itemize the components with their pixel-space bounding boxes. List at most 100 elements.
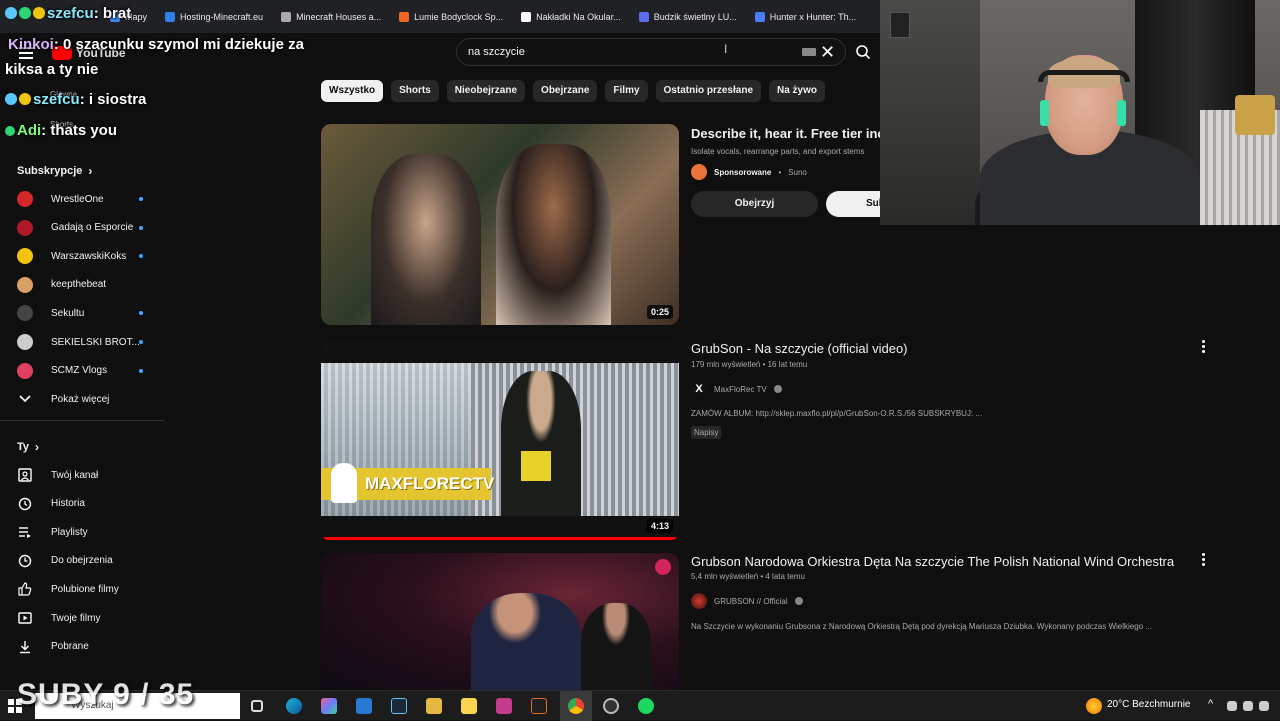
chip-6[interactable]: Na żywo (769, 80, 826, 102)
bookmark-favicon-icon (754, 11, 765, 22)
channel-avatar (17, 248, 33, 265)
weather-icon[interactable] (1086, 698, 1102, 714)
subscriptions-header[interactable]: Subskrypcje › (17, 164, 92, 178)
you-header[interactable]: Ty › (17, 440, 39, 454)
advertiser-name: Suno (788, 167, 807, 177)
video-title[interactable]: Grubson Narodowa Orkiestra Dęta Na szczy… (691, 554, 1174, 569)
chip-3[interactable]: Obejrzane (533, 80, 598, 102)
you-item[interactable]: Playlisty (17, 522, 147, 542)
you-item-label: Playlisty (51, 526, 88, 538)
thumb-up-icon (17, 581, 33, 597)
chip-2[interactable]: Nieobejrzane (446, 80, 526, 102)
you-item[interactable]: Historia (17, 494, 147, 514)
ad-thumbnail[interactable]: 0:25 (321, 124, 679, 325)
task-view-icon[interactable] (251, 700, 263, 712)
ad-subscribe-button[interactable]: Sub (826, 191, 880, 217)
spotify-icon[interactable] (638, 698, 654, 714)
chip-5[interactable]: Ostatnio przesłane (655, 80, 761, 102)
chat-message: Kinkoi: 0 szacunku szymol mi dziekuje za (8, 36, 304, 53)
video-thumbnail[interactable] (321, 553, 679, 690)
subscription-item[interactable]: Gadają o Esporcie (17, 218, 147, 238)
ad-person-left (371, 154, 481, 325)
file-explorer-icon[interactable] (426, 698, 442, 714)
you-item[interactable]: Do obejrzenia (17, 551, 147, 571)
watch-progress-bar (321, 537, 679, 540)
bookmark-item[interactable]: Hunter x Hunter: Th... (754, 11, 856, 22)
clock-icon (17, 553, 33, 569)
bookmark-favicon-icon (399, 11, 410, 22)
chat-badge-icon (5, 126, 15, 136)
steam-icon[interactable] (391, 698, 407, 714)
video-thumbnail[interactable]: MAXFLORECTV 4:13 (321, 341, 679, 541)
new-content-dot (139, 197, 143, 201)
subscriber-goal-overlay: SUBY 9 / 35 (17, 678, 195, 711)
webcam-headset-light (1040, 100, 1049, 126)
show-more-button[interactable]: Pokaż więcej (17, 389, 147, 409)
tray-icon[interactable] (1227, 701, 1237, 711)
obs-icon[interactable] (603, 698, 619, 714)
search-button[interactable] (848, 38, 878, 66)
channel-avatar (17, 219, 33, 236)
chip-0[interactable]: Wszystko (321, 80, 384, 102)
video-channel[interactable]: GRUBSON // Official (691, 593, 803, 609)
chat-message: Adi: thats you (5, 122, 117, 139)
bookmark-item[interactable]: Lumie Bodyclock Sp... (399, 11, 503, 22)
webcam-picture-frame (890, 12, 910, 38)
ad-watch-button[interactable]: Obejrzyj (691, 191, 818, 217)
channel-avatar (17, 276, 33, 293)
bookmark-item[interactable]: Hosting-Minecraft.eu (165, 11, 263, 22)
notes-icon[interactable] (461, 698, 477, 714)
bookmark-favicon-icon (165, 11, 176, 22)
store-icon[interactable] (496, 698, 512, 714)
edge-icon[interactable] (286, 698, 302, 714)
video-channel[interactable]: X MaxFloRec TV (691, 381, 782, 397)
subscription-item[interactable]: SCMZ Vlogs (17, 361, 147, 381)
verified-icon (773, 385, 782, 393)
chat-badge-icon (19, 7, 31, 19)
subscription-item[interactable]: SEKIELSKI BROT... (17, 332, 147, 352)
keyboard-icon[interactable] (802, 48, 816, 56)
chrome-icon[interactable] (568, 698, 584, 714)
you-label: Ty (17, 441, 30, 453)
webcam-headset (1038, 70, 1130, 82)
show-more-label: Pokaż więcej (51, 393, 110, 405)
video-description: ZAMÓW ALBUM: http://sklep.maxflo.pl/pl/p… (691, 409, 983, 418)
you-item[interactable]: Twoje filmy (17, 608, 147, 628)
mail-icon[interactable] (356, 698, 372, 714)
tray-icon[interactable] (1259, 701, 1269, 711)
sidebar-divider (0, 420, 165, 421)
subscription-item[interactable]: Sekultu (17, 303, 147, 323)
more-options-icon[interactable] (1200, 553, 1206, 566)
bookmark-item[interactable]: Minecraft Houses a... (281, 11, 381, 22)
chip-1[interactable]: Shorts (391, 80, 439, 102)
app-icon[interactable] (531, 698, 547, 714)
subscription-item[interactable]: WarszawskiKoks (17, 246, 147, 266)
you-item[interactable]: Polubione filmy (17, 579, 147, 599)
ad-title[interactable]: Describe it, hear it. Free tier includ (691, 126, 904, 141)
search-input[interactable]: na szczycie (456, 38, 846, 66)
you-item[interactable]: Twój kanał (17, 465, 147, 485)
thumb-shirt-logo (521, 451, 551, 481)
thumb-live-logo (655, 559, 671, 575)
more-options-icon[interactable] (1200, 340, 1206, 353)
chip-4[interactable]: Filmy (605, 80, 648, 102)
bookmark-item[interactable]: Nakładki Na Okular... (521, 11, 621, 22)
search-icon (856, 45, 871, 60)
video-title[interactable]: GrubSon - Na szczycie (official video) (691, 341, 908, 356)
bookmark-item[interactable]: Budzik świetlny LU... (638, 11, 737, 22)
channel-avatar (691, 593, 707, 609)
you-item[interactable]: Pobrane (17, 637, 147, 657)
verified-icon (794, 597, 803, 605)
download-icon (17, 639, 33, 655)
channel-name: MaxFloRec TV (714, 384, 767, 394)
thumb-rapper (501, 371, 581, 516)
copilot-icon[interactable] (321, 698, 337, 714)
subscription-item[interactable]: WrestleOne (17, 189, 147, 209)
tray-icon[interactable] (1243, 701, 1253, 711)
play-square-icon (17, 610, 33, 626)
weather-text[interactable]: 20°C Bezchmurnie (1107, 699, 1190, 710)
tray-chevron-icon[interactable]: ^ (1208, 698, 1213, 710)
subscription-name: keepthebeat (51, 279, 107, 291)
clear-search-icon[interactable]: ✕ (820, 42, 835, 62)
subscription-item[interactable]: keepthebeat (17, 275, 147, 295)
